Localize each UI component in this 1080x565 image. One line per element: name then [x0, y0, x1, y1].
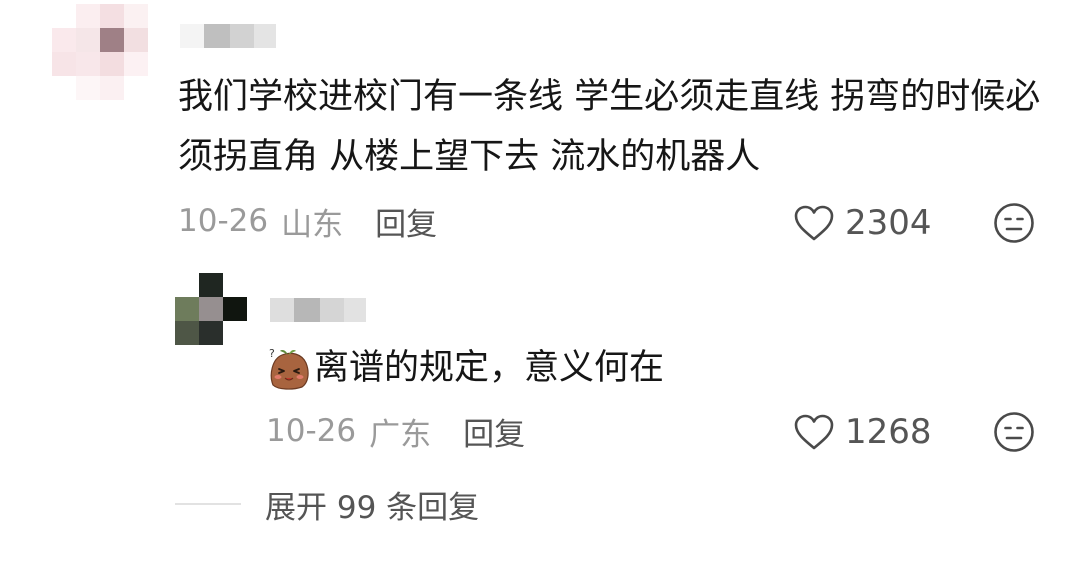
- comment-like-count: 2304: [845, 203, 932, 243]
- reply-region: 广东: [369, 416, 432, 453]
- avatar-mosaic-cell: [76, 52, 100, 76]
- heart-outline-icon: [794, 205, 834, 241]
- avatar-mosaic-cell: [124, 76, 148, 100]
- avatar-mosaic-cell: [175, 297, 199, 321]
- unhappy-face-icon[interactable]: [993, 202, 1035, 244]
- reply-reply-button[interactable]: 回复: [463, 409, 525, 454]
- username-blur-block: [344, 298, 366, 322]
- avatar-mosaic-cell: [223, 297, 247, 321]
- replier-avatar[interactable]: [175, 273, 247, 345]
- blushing-potato-emoji: ?: [269, 347, 309, 390]
- expand-replies-label: 展开 99 条回复: [265, 489, 480, 526]
- avatar-mosaic-cell: [76, 4, 100, 28]
- avatar-mosaic-cell: [100, 4, 124, 28]
- avatar-mosaic-cell: [52, 28, 76, 52]
- username-blur-block: [180, 24, 204, 48]
- svg-text:?: ?: [269, 347, 275, 360]
- reply-date: 10-26: [266, 413, 357, 449]
- avatar-mosaic-cell: [175, 321, 199, 345]
- avatar-mosaic-cell: [100, 52, 124, 76]
- username-blur-block: [320, 298, 344, 322]
- comment-date: 10-26: [178, 203, 269, 239]
- avatar-mosaic-cell: [100, 76, 124, 100]
- avatar-mosaic-cell: [223, 273, 247, 297]
- avatar-mosaic-cell: [76, 76, 100, 100]
- comment-reply-button[interactable]: 回复: [375, 199, 437, 244]
- avatar-mosaic-cell: [199, 321, 223, 345]
- avatar-mosaic-cell: [199, 297, 223, 321]
- comment-text: 我们学校进校门有一条线 学生必须走直线 拐弯的时候必须拐直角 从楼上望下去 流水…: [178, 77, 1041, 177]
- avatar-mosaic-cell: [100, 28, 124, 52]
- reply-like-button[interactable]: 1268: [793, 410, 932, 454]
- expand-divider-line: [175, 503, 241, 505]
- commenter-username-blurred[interactable]: [180, 24, 276, 48]
- username-blur-block: [294, 298, 320, 322]
- username-blur-block: [230, 24, 254, 48]
- reply-text-row: ? 离谱的规定，意义何在: [266, 338, 664, 398]
- avatar-mosaic-cell: [52, 52, 76, 76]
- reply-text: 离谱的规定，意义何在: [314, 348, 665, 388]
- avatar-mosaic-cell: [52, 4, 76, 28]
- avatar-mosaic-cell: [175, 273, 199, 297]
- username-blur-block: [204, 24, 230, 48]
- commenter-avatar[interactable]: [52, 4, 148, 100]
- reply-meta: 10-26 广东 回复: [266, 409, 525, 453]
- avatar-mosaic-cell: [124, 28, 148, 52]
- avatar-mosaic-cell: [76, 28, 100, 52]
- avatar-mosaic-cell: [199, 273, 223, 297]
- avatar-mosaic-cell: [52, 76, 76, 100]
- expand-replies-button[interactable]: 展开 99 条回复: [175, 482, 479, 526]
- reply-like-count: 1268: [845, 412, 932, 452]
- replier-username-blurred[interactable]: [270, 298, 366, 322]
- unhappy-face-icon[interactable]: [993, 411, 1035, 453]
- comment-like-button[interactable]: 2304: [793, 201, 932, 245]
- avatar-mosaic-cell: [124, 52, 148, 76]
- comment-meta: 10-26 山东 回复: [178, 199, 437, 243]
- avatar-mosaic-cell: [124, 4, 148, 28]
- heart-outline-icon: [794, 414, 834, 450]
- avatar-mosaic-cell: [223, 321, 247, 345]
- username-blur-block: [254, 24, 276, 48]
- comment-region: 山东: [281, 206, 344, 243]
- username-blur-block: [270, 298, 294, 322]
